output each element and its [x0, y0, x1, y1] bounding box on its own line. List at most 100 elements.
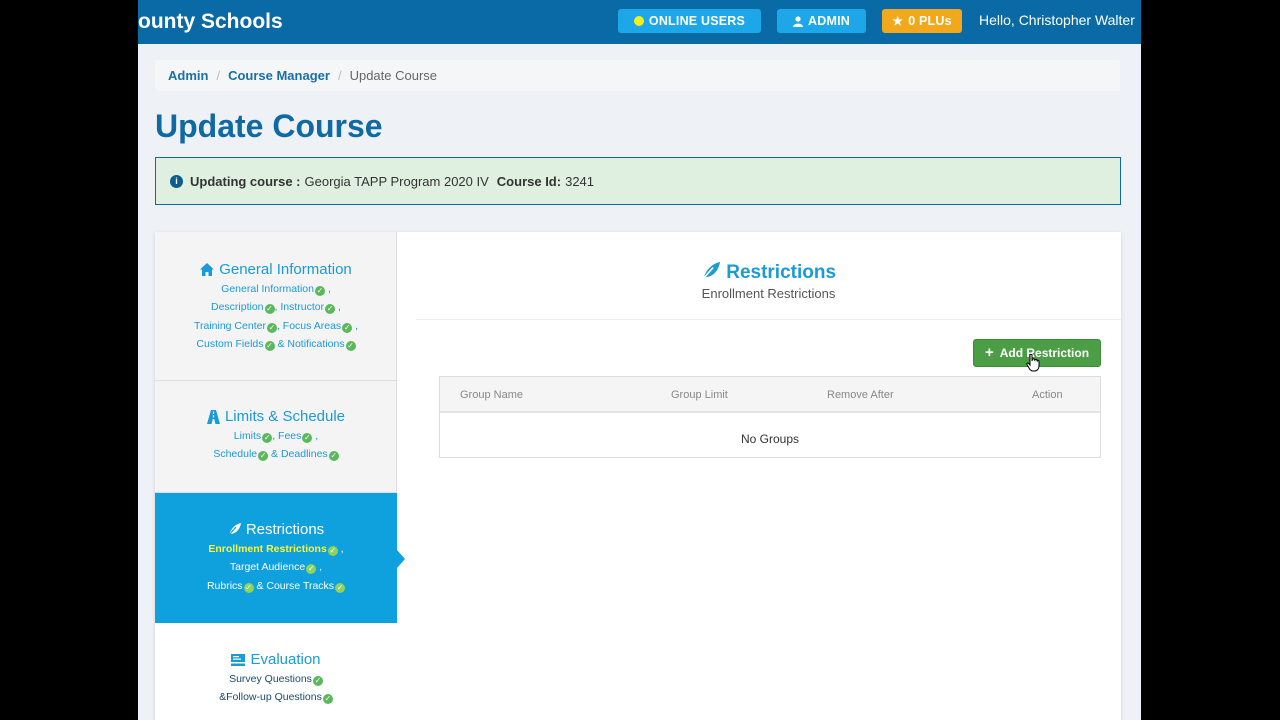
updating-course-alert: i Updating course : Georgia TAPP Program… — [155, 157, 1121, 205]
page-title: Update Course — [155, 108, 383, 144]
link-course-tracks[interactable]: & Course Tracks — [256, 580, 334, 592]
breadcrumb-course-manager[interactable]: Course Manager — [228, 68, 330, 83]
updating-label: Updating course : — [190, 173, 301, 189]
course-editor-card: General Information General Information ✓… — [155, 232, 1121, 720]
plus-label: 0 PLUs — [908, 14, 952, 28]
step-title-text: Limits & Schedule — [224, 408, 346, 425]
add-restriction-label: Add Restriction — [999, 346, 1090, 360]
link-limits[interactable]: Limits — [234, 430, 261, 442]
course-id-label: Course Id: — [496, 173, 562, 189]
course-id-value: 3241 — [565, 173, 595, 189]
app-frame: ounty Schools ONLINE USERS ADMIN ★ 0 PLU… — [138, 0, 1141, 720]
greeting-prefix: Hello, — [979, 12, 1015, 28]
user-greeting[interactable]: Hello, Christopher Walter — [979, 12, 1135, 28]
check-icon: ✓ — [243, 582, 254, 593]
link-focus-areas[interactable]: Focus Areas — [283, 320, 341, 332]
step-title-text: General Information — [219, 261, 352, 278]
breadcrumb-admin[interactable]: Admin — [168, 68, 208, 83]
check-icon: ✓ — [264, 304, 275, 315]
link-deadlines[interactable]: & Deadlines — [271, 448, 328, 460]
step-links: General Information ✓ , Description ✓, Ins… — [193, 283, 359, 351]
breadcrumb-current: Update Course — [349, 68, 438, 83]
table-header: Group Name Group Limit Remove After Acti… — [440, 377, 1100, 413]
breadcrumb-separator: / — [337, 68, 342, 83]
check-icon: ✓ — [342, 322, 353, 333]
active-step-pointer — [397, 550, 405, 568]
link-enrollment-restrictions[interactable]: Enrollment Restrictions — [208, 543, 326, 555]
link-target-audience[interactable]: Target Audience — [230, 561, 305, 573]
step-links: Survey Questions ✓ &Follow-up Questions ✓ — [155, 670, 397, 707]
link-follow-up-questions[interactable]: &Follow-up Questions — [219, 691, 322, 703]
panel-subtitle: Enrollment Restrictions — [701, 286, 836, 301]
course-name: Georgia TAPP Program 2020 IV — [304, 173, 489, 189]
check-icon: ✓ — [327, 546, 338, 556]
breadcrumb-separator: / — [216, 68, 221, 83]
mouse-cursor-icon — [1026, 354, 1040, 372]
step-title: Restrictions — [155, 521, 397, 538]
home-icon — [200, 263, 215, 276]
groups-table: Group Name Group Limit Remove After Acti… — [439, 376, 1101, 458]
step-title: Limits & Schedule — [155, 408, 397, 425]
check-icon: ✓ — [264, 340, 275, 351]
check-icon: ✓ — [314, 286, 325, 296]
check-icon: ✓ — [328, 451, 339, 462]
check-icon: ✓ — [302, 433, 313, 443]
online-users-button[interactable]: ONLINE USERS — [618, 9, 761, 33]
check-icon: ✓ — [322, 694, 333, 705]
step-title: General Information — [155, 261, 397, 278]
check-icon: ✓ — [335, 582, 346, 593]
step-title: Evaluation — [155, 651, 397, 668]
divider — [416, 319, 1121, 320]
step-evaluation[interactable]: Evaluation Survey Questions ✓ &Follow-up … — [155, 623, 397, 720]
link-general-information[interactable]: General Information — [221, 283, 314, 295]
link-rubrics[interactable]: Rubrics — [207, 580, 243, 592]
admin-label: ADMIN — [808, 14, 850, 28]
top-navbar: ounty Schools ONLINE USERS ADMIN ★ 0 PLU… — [138, 0, 1141, 44]
info-icon: i — [170, 174, 183, 188]
user-icon — [793, 15, 804, 27]
check-icon: ✓ — [262, 433, 273, 443]
link-notifications[interactable]: & Notifications — [277, 338, 344, 350]
step-links: Limits ✓, Fees ✓ , Schedule ✓ & Deadlines ✓ — [213, 430, 339, 462]
empty-table-message: No Groups — [740, 432, 800, 446]
evaluation-icon — [231, 653, 246, 666]
step-general-information[interactable]: General Information General Information ✓… — [155, 232, 397, 381]
panel-title-text: Restrictions — [726, 262, 837, 283]
column-remove-after[interactable]: Remove After — [827, 389, 894, 401]
step-restrictions[interactable]: Restrictions Enrollment Restrictions ✓ , … — [155, 493, 397, 623]
plus-button[interactable]: ★ 0 PLUs — [882, 9, 962, 33]
check-icon: ✓ — [258, 451, 269, 462]
column-action: Action — [1032, 389, 1063, 401]
breadcrumb: Admin / Course Manager / Update Course — [155, 60, 1120, 91]
brand-title[interactable]: ounty Schools — [138, 10, 283, 34]
step-sidebar: General Information General Information ✓… — [155, 232, 397, 720]
link-custom-fields[interactable]: Custom Fields — [196, 338, 263, 350]
link-description[interactable]: Description — [211, 301, 264, 313]
leaf-icon — [702, 262, 720, 280]
user-name: Christopher Walter — [1018, 12, 1135, 28]
star-icon: ★ — [892, 14, 904, 28]
link-fees[interactable]: Fees — [278, 430, 301, 442]
step-title-text: Restrictions — [245, 521, 325, 538]
step-title-text: Evaluation — [250, 651, 321, 668]
road-icon — [206, 409, 220, 424]
online-users-label: ONLINE USERS — [648, 14, 746, 28]
link-training-center[interactable]: Training Center — [194, 320, 266, 332]
check-icon: ✓ — [312, 676, 323, 686]
link-schedule[interactable]: Schedule — [213, 448, 257, 460]
check-icon: ✓ — [266, 322, 277, 333]
panel-title: Restrictions — [416, 262, 1121, 284]
online-dot-icon — [633, 16, 644, 26]
column-group-limit[interactable]: Group Limit — [671, 389, 728, 401]
plus-icon: + — [984, 344, 994, 361]
check-icon: ✓ — [325, 304, 336, 315]
link-instructor[interactable]: Instructor — [280, 301, 324, 313]
check-icon: ✓ — [345, 340, 356, 351]
check-icon: ✓ — [306, 564, 317, 575]
leaf-icon — [227, 523, 241, 536]
step-links: Enrollment Restrictions ✓ , Target Audien… — [206, 543, 346, 593]
admin-button[interactable]: ADMIN — [777, 9, 866, 33]
column-group-name[interactable]: Group Name — [460, 389, 523, 401]
step-limits-schedule[interactable]: Limits & Schedule Limits ✓, Fees ✓ , Sched… — [155, 381, 397, 493]
link-survey-questions[interactable]: Survey Questions — [229, 673, 312, 685]
